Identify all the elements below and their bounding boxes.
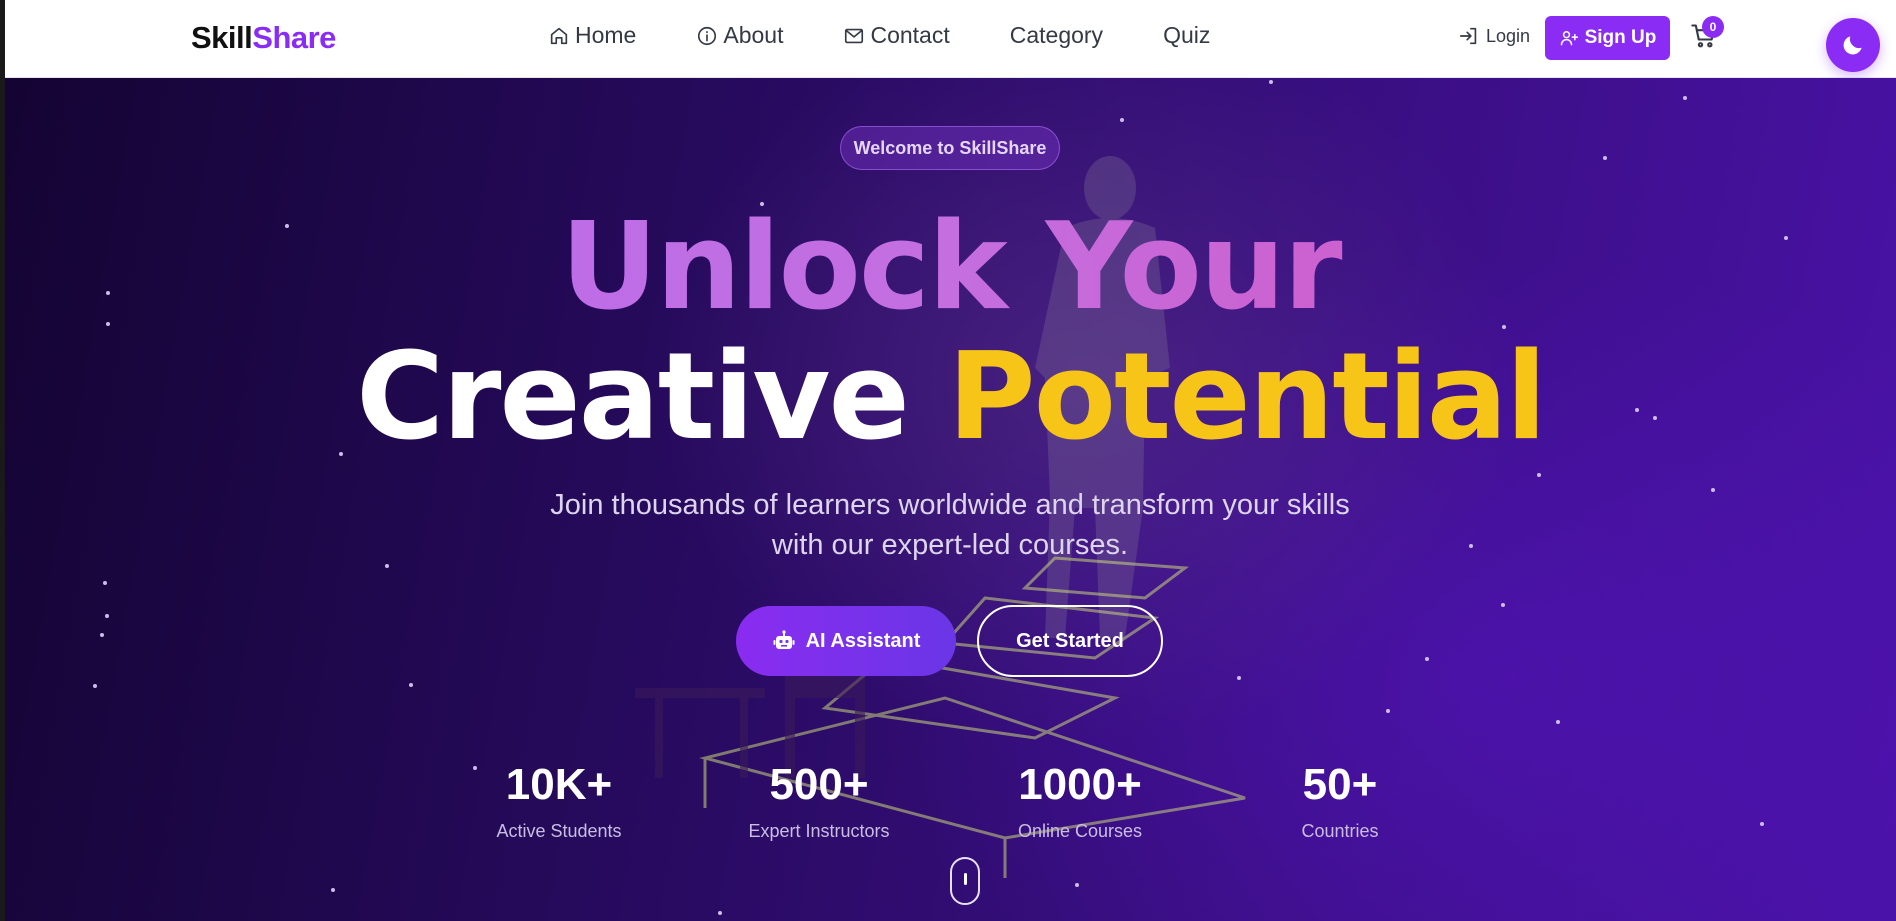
robot-icon (773, 630, 795, 649)
home-icon (550, 27, 568, 44)
login-icon (1459, 27, 1477, 45)
stat-courses: 1000+ Online Courses (960, 763, 1200, 842)
nav-contact[interactable]: Contact (843, 22, 950, 49)
ai-assistant-button[interactable]: AI Assistant (736, 606, 956, 676)
ai-assistant-label: AI Assistant (805, 629, 921, 652)
logo[interactable]: SkillShare (191, 20, 336, 56)
navbar: SkillShare Home About Contact Category Q… (5, 0, 1896, 78)
get-started-label: Get Started (1016, 629, 1124, 652)
scroll-down-indicator[interactable] (950, 857, 980, 905)
stat-label: Expert Instructors (748, 821, 890, 841)
stat-students: 10K+ Active Students (439, 763, 679, 842)
get-started-button[interactable]: Get Started (977, 605, 1163, 677)
stat-label: Online Courses (1017, 821, 1143, 841)
stat-value: 500+ (769, 760, 869, 809)
welcome-badge: Welcome to SkillShare (840, 126, 1060, 170)
login-label: Login (1486, 25, 1531, 46)
scroll-indicator-dot (964, 873, 967, 885)
nav-home-label: Home (575, 22, 637, 48)
main-nav: Home About Contact Category Quiz (548, 22, 1270, 49)
logo-text-skill: Skill (191, 20, 253, 55)
hero-subtitle-line-2: with our expert-led courses. (771, 529, 1129, 561)
nav-category-label: Category (1009, 22, 1104, 48)
mail-icon (845, 28, 864, 43)
headline-word-potential: Potential (947, 328, 1547, 467)
nav-category[interactable]: Category (1010, 22, 1103, 49)
moon-icon (1843, 36, 1862, 55)
nav-quiz[interactable]: Quiz (1163, 22, 1210, 49)
stat-label: Active Students (496, 821, 622, 841)
headline-word-creative: Creative (356, 328, 910, 467)
logo-text-share: Share (252, 20, 336, 55)
hero-subtitle-line-1: Join thousands of learners worldwide and… (550, 489, 1350, 521)
stat-label: Countries (1301, 821, 1379, 841)
info-icon (698, 26, 717, 45)
nav-quiz-label: Quiz (1163, 22, 1211, 48)
headline-line-1: Unlock Your (5, 208, 1896, 328)
login-button[interactable]: Login (1458, 25, 1530, 47)
nav-about-label: About (723, 22, 784, 48)
nav-about[interactable]: About (696, 22, 783, 49)
hero-section: Welcome to SkillShare Unlock Your Creati… (5, 78, 1896, 921)
signup-button[interactable]: Sign Up (1545, 16, 1670, 60)
stat-value: 10K+ (505, 760, 613, 809)
nav-home[interactable]: Home (548, 22, 636, 49)
hero-subtitle: Join thousands of learners worldwide and… (475, 485, 1425, 565)
user-plus-icon (1560, 30, 1578, 46)
nav-contact-label: Contact (870, 22, 950, 48)
stat-instructors: 500+ Expert Instructors (699, 763, 939, 842)
stat-value: 1000+ (1018, 760, 1142, 809)
signup-label: Sign Up (1584, 27, 1657, 48)
cart-count-badge: 0 (1702, 16, 1724, 38)
headline-line-2: Creative Potential (5, 338, 1896, 458)
theme-toggle-button[interactable] (1826, 18, 1880, 72)
stat-countries: 50+ Countries (1220, 763, 1460, 842)
stat-value: 50+ (1302, 760, 1378, 809)
